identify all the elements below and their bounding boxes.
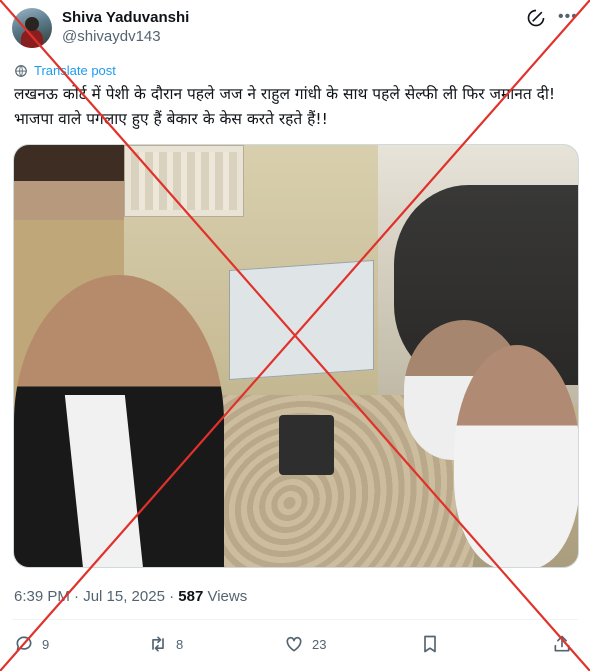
grok-icon[interactable] <box>526 8 546 28</box>
repost-button[interactable]: 8 <box>148 634 183 654</box>
like-count: 23 <box>312 636 327 652</box>
globe-icon <box>15 64 27 77</box>
share-button[interactable] <box>552 634 572 654</box>
photo-wall-calendar <box>124 145 244 217</box>
reply-icon <box>16 636 32 652</box>
author-name[interactable]: Shiva Yaduvanshi <box>62 9 189 26</box>
more-options-icon[interactable]: ••• <box>558 8 578 28</box>
tweet-header: Shiva Yaduvanshi @shivaydv143 ••• <box>12 6 578 50</box>
tweet-photo[interactable] <box>13 144 579 568</box>
heart-icon <box>286 636 302 652</box>
translate-post-label[interactable]: Translate post <box>34 63 116 78</box>
like-button[interactable]: 23 <box>284 634 326 654</box>
divider <box>12 619 578 620</box>
reply-button[interactable]: 9 <box>14 634 49 654</box>
bookmark-button[interactable] <box>420 634 440 654</box>
time-date[interactable]: 6:39 PM · Jul 15, 2025 · <box>14 588 178 605</box>
bookmark-icon <box>424 635 436 653</box>
share-icon <box>554 635 570 652</box>
photo-paper-stack <box>229 259 374 381</box>
views-count: 587 <box>178 588 204 605</box>
author-handle[interactable]: @shivaydv143 <box>62 28 161 45</box>
repost-count: 8 <box>176 636 184 652</box>
action-bar: 9 8 23 <box>14 634 576 662</box>
photo-pen-stand <box>279 415 334 475</box>
reply-count: 9 <box>42 636 50 652</box>
author-avatar[interactable] <box>12 8 52 48</box>
photo-person-white-tshirt <box>454 345 578 567</box>
tweet-timestamp: 6:39 PM · Jul 15, 2025 · 587 Views <box>14 588 247 605</box>
translate-post-link[interactable]: Translate post <box>14 63 116 78</box>
repost-icon <box>152 636 164 652</box>
views-label: Views <box>203 588 248 605</box>
tweet-text: लखनऊ कोर्ट में पेशी के दौरान पहले जज ने … <box>14 85 556 128</box>
